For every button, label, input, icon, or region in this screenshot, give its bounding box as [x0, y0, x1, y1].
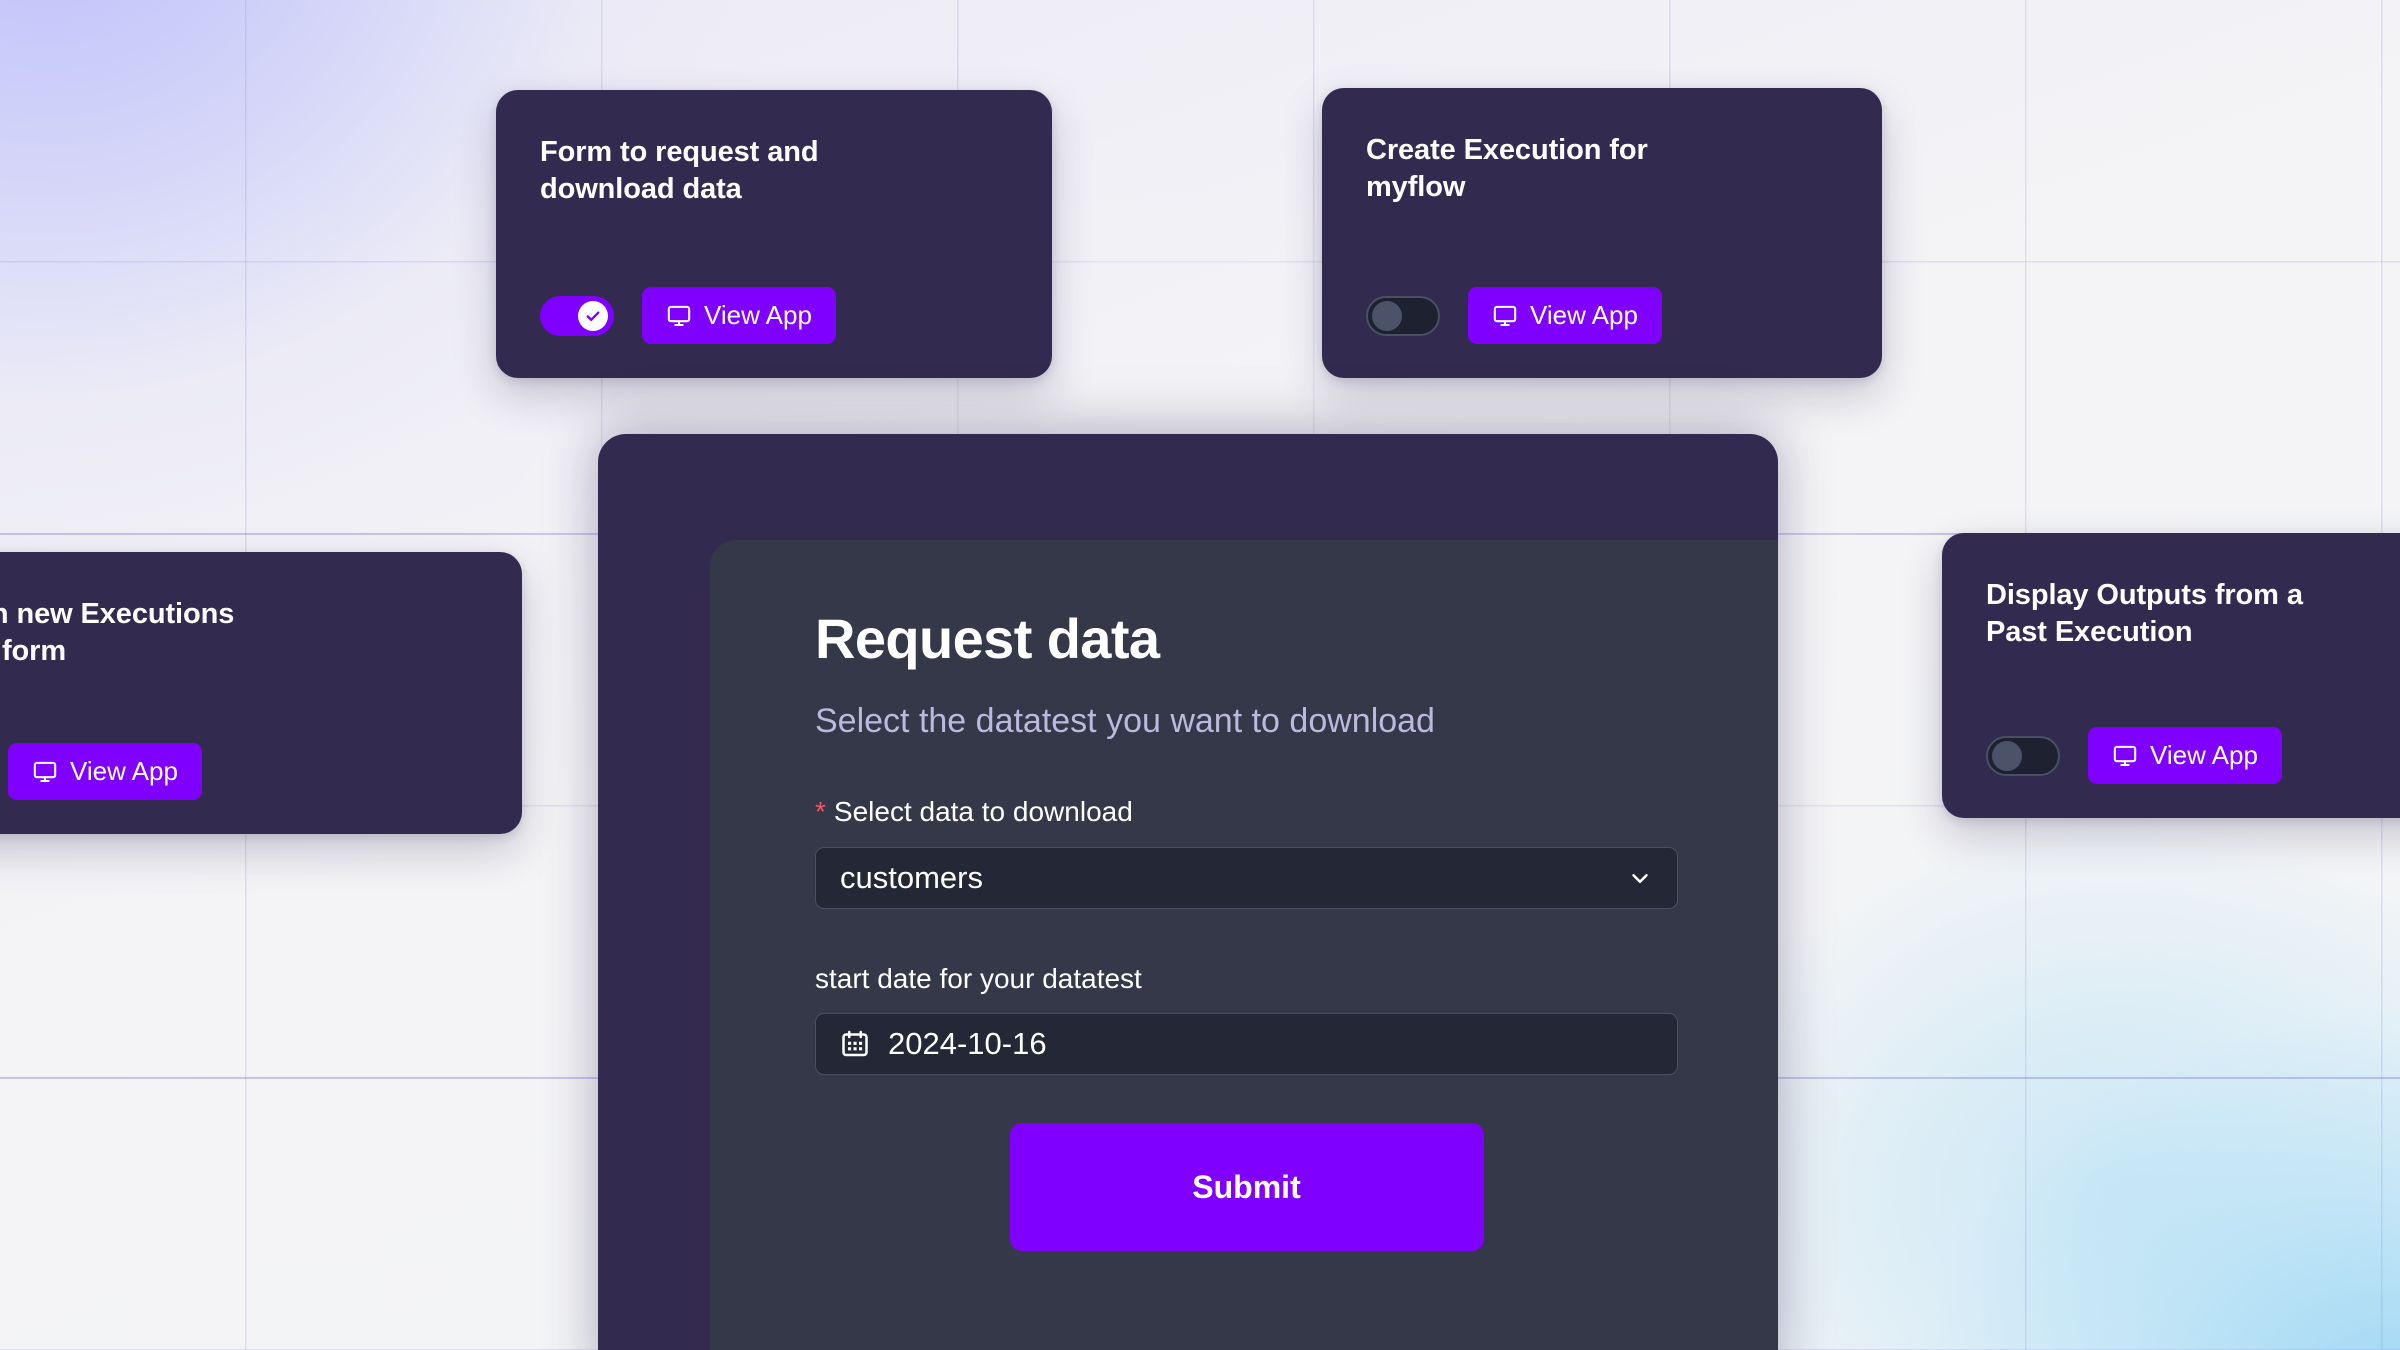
view-app-label: View App	[70, 756, 178, 786]
request-data-app-window: Request data Select the datatest you wan…	[598, 434, 1778, 1350]
chevron-down-icon	[1627, 865, 1653, 891]
app-card-launch-executions[interactable]: Launch new Executions from a form View A…	[0, 552, 522, 834]
monitor-icon	[667, 305, 691, 326]
app-card-title: Launch new Executions from a form	[0, 598, 235, 668]
start-date-input[interactable]: 2024-10-16	[815, 1013, 1678, 1076]
check-icon	[586, 311, 600, 321]
start-date-value: 2024-10-16	[888, 1026, 1047, 1062]
toggle-knob	[1372, 300, 1402, 331]
required-marker: *	[815, 796, 826, 828]
app-card-title: Display Outputs from a Past Execution	[1986, 579, 2303, 649]
toggle-knob	[1992, 740, 2022, 771]
view-app-button[interactable]: View App	[1468, 287, 1662, 344]
select-data-value: customers	[840, 859, 983, 895]
app-card-title: Create Execution for myflow	[1366, 134, 1648, 204]
field-start-date: start date for your datatest 2024-10-16	[815, 962, 1678, 1076]
app-card-actions: View App	[1366, 287, 1838, 344]
page-title: Request data	[815, 607, 1160, 670]
request-data-form-panel: Request data Select the datatest you wan…	[710, 540, 1778, 1350]
submit-row: Submit	[815, 1123, 1678, 1252]
toggle-knob	[578, 300, 608, 331]
monitor-icon	[33, 761, 57, 782]
app-enabled-toggle[interactable]	[1986, 735, 2060, 776]
calendar-icon	[840, 1029, 870, 1059]
select-data-dropdown[interactable]: customers	[815, 846, 1678, 909]
monitor-icon	[1493, 305, 1517, 326]
app-card-display-outputs[interactable]: Display Outputs from a Past Execution Vi…	[1942, 533, 2400, 818]
field-select-data: * Select data to download customers	[815, 795, 1678, 909]
app-card-actions: View App	[540, 287, 1008, 344]
app-enabled-toggle[interactable]	[540, 295, 614, 336]
field-label-text: start date for your datatest	[815, 962, 1142, 994]
page-subtitle: Select the datatest you want to download	[815, 701, 1435, 740]
view-app-button[interactable]: View App	[642, 287, 836, 344]
view-app-label: View App	[1530, 300, 1638, 330]
view-app-button[interactable]: View App	[2088, 727, 2282, 784]
app-card-actions: View App	[1986, 727, 2400, 784]
field-label-text: Select data to download	[833, 796, 1133, 828]
field-label: start date for your datatest	[815, 962, 1678, 996]
submit-button[interactable]: Submit	[1009, 1123, 1484, 1252]
app-card-actions: View App	[0, 743, 478, 800]
app-gallery-stage: Form to request and download data View A…	[0, 0, 2400, 1350]
field-label: * Select data to download	[815, 795, 1678, 829]
view-app-label: View App	[704, 300, 812, 330]
app-card-create-execution[interactable]: Create Execution for myflow View App	[1322, 88, 1882, 378]
app-card-form-request-download[interactable]: Form to request and download data View A…	[496, 90, 1052, 378]
monitor-icon	[2113, 745, 2137, 766]
view-app-button[interactable]: View App	[8, 743, 202, 800]
app-card-title: Form to request and download data	[540, 136, 819, 206]
app-enabled-toggle[interactable]	[1366, 295, 1440, 336]
view-app-label: View App	[2150, 740, 2258, 770]
